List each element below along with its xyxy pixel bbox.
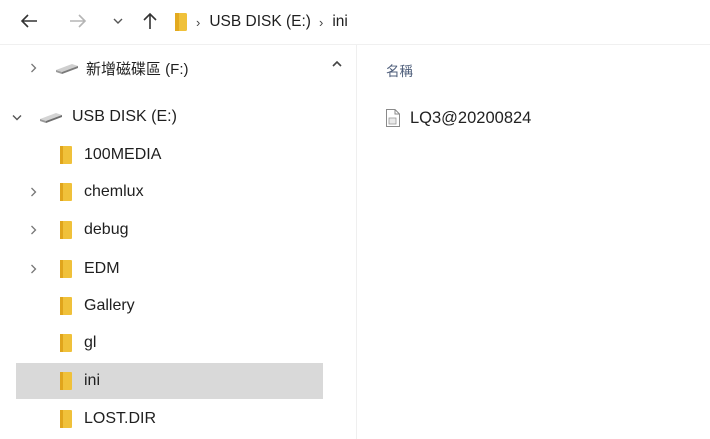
column-header-name[interactable]: 名稱: [386, 60, 413, 80]
breadcrumb-usb-disk[interactable]: USB DISK (E:): [209, 13, 311, 31]
chevron-right-icon[interactable]: [28, 225, 38, 235]
arrow-right-icon: [70, 14, 87, 28]
forward-button[interactable]: [64, 9, 92, 33]
up-button[interactable]: [138, 9, 162, 33]
chevron-down-icon[interactable]: [12, 112, 22, 122]
chevron-down-icon: [113, 18, 123, 24]
tree-label: 100MEDIA: [84, 146, 162, 163]
scroll-up-icon[interactable]: [330, 57, 344, 71]
folder-icon: [60, 221, 72, 239]
folder-icon: [60, 297, 72, 315]
tree-label: ini: [84, 372, 101, 389]
back-button[interactable]: [14, 9, 44, 33]
tree-label: gl: [84, 334, 97, 351]
tree-item-chemlux[interactable]: chemlux: [16, 174, 323, 210]
tree-item-edm[interactable]: EDM: [16, 251, 323, 287]
arrow-up-icon: [143, 12, 157, 29]
navigation-bar: › USB DISK (E:) › ini: [0, 0, 710, 44]
tree-item-debug[interactable]: debug: [16, 212, 323, 248]
tree-item-lost-dir[interactable]: LOST.DIR: [16, 401, 323, 437]
tree-label: Gallery: [84, 297, 135, 314]
folder-icon: [60, 183, 72, 201]
tree-item-drive-e[interactable]: USB DISK (E:): [12, 99, 323, 135]
recent-locations-button[interactable]: [108, 9, 128, 33]
tree-label: LOST.DIR: [84, 410, 157, 427]
folder-icon: [60, 372, 72, 390]
folder-icon: [60, 334, 72, 352]
tree-item-drive-f[interactable]: 新增磁碟區 (F:): [16, 50, 323, 86]
breadcrumb-chevron-icon[interactable]: ›: [319, 15, 323, 30]
folder-icon: [60, 260, 72, 278]
address-bar[interactable]: › USB DISK (E:) › ini: [166, 6, 710, 38]
arrow-left-icon: [20, 14, 37, 28]
drive-icon: [56, 64, 78, 74]
folder-icon: [60, 410, 72, 428]
tree-item-gallery[interactable]: Gallery: [16, 288, 323, 324]
tree-label-drive-e: USB DISK (E:): [72, 108, 177, 125]
tree-label-drive-f: 新增磁碟區 (F:): [86, 60, 189, 78]
file-name: LQ3@20200824: [410, 108, 532, 127]
tree-item-100media[interactable]: 100MEDIA: [16, 137, 323, 173]
tree-label: chemlux: [84, 183, 144, 200]
chevron-right-icon[interactable]: [28, 264, 38, 274]
tree-item-gl[interactable]: gl: [16, 325, 323, 361]
breadcrumb-chevron-icon[interactable]: ›: [196, 15, 200, 30]
file-item[interactable]: LQ3@20200824: [385, 106, 531, 130]
folder-icon: [175, 13, 187, 31]
breadcrumb-ini[interactable]: ini: [332, 13, 348, 31]
tree-item-ini[interactable]: ini: [16, 363, 323, 399]
file-icon: [386, 109, 400, 127]
pane-divider[interactable]: [356, 45, 357, 439]
chevron-right-icon[interactable]: [28, 63, 38, 73]
tree-label: debug: [84, 221, 129, 238]
usb-drive-icon: [40, 113, 62, 123]
folder-icon: [60, 146, 72, 164]
tree-label: EDM: [84, 260, 120, 277]
chevron-right-icon[interactable]: [28, 187, 38, 197]
